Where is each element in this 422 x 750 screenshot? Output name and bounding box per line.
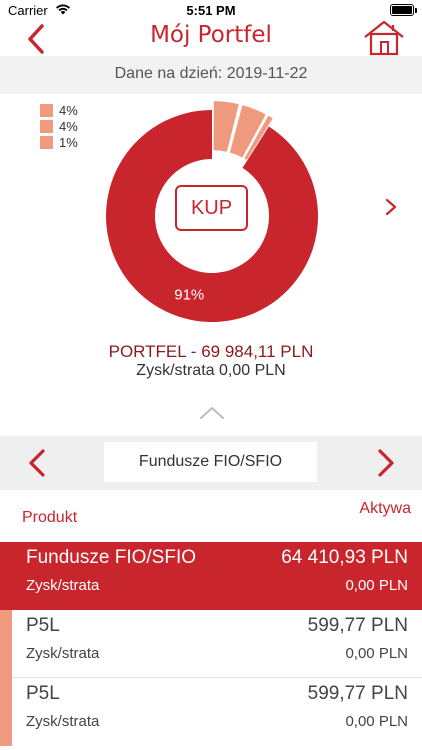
portfolio-total: PORTFEL - 69 984,11 PLN	[108, 342, 314, 361]
status-bar: Carrier 5:51 PM	[0, 0, 422, 20]
legend-label: 4%	[59, 118, 78, 134]
fund-profit-value: 0,00 PLN	[345, 713, 408, 730]
legend-entry: 4%	[40, 118, 78, 134]
chart-section: Dane na dzień: 2019-11-22 4% 4% 1% 91% K…	[0, 56, 422, 436]
fund-row[interactable]: P5L 599,77 PLN Zysk/strata 0,00 PLN	[0, 678, 422, 746]
fund-profit-label: Zysk/strata	[26, 645, 100, 662]
next-chart-icon[interactable]	[382, 195, 400, 219]
legend-swatch	[40, 103, 53, 117]
legend-entry: 4%	[40, 102, 78, 118]
fund-amount: 599,77 PLN	[307, 615, 408, 636]
legend-swatch	[40, 119, 53, 133]
column-header-assets: Aktywa	[359, 500, 411, 517]
legend-label: 4%	[59, 102, 78, 118]
chart-panel: 4% 4% 1% 91% KUP PORTFEL - 69 984,11 PLN…	[0, 94, 422, 436]
battery-icon	[390, 4, 417, 16]
legend-entry: 1%	[40, 134, 78, 150]
legend-swatch	[40, 135, 53, 149]
home-icon[interactable]	[362, 20, 406, 56]
portfolio-profit: Zysk/strata 0,00 PLN	[136, 362, 286, 379]
group-profit-value: 0,00 PLN	[345, 577, 408, 594]
fund-profit-label: Zysk/strata	[26, 713, 100, 730]
chevron-up-icon[interactable]	[199, 406, 225, 420]
nav-bar: Mój Portfel	[0, 20, 422, 56]
slice-label: 91%	[174, 286, 204, 303]
fund-name: P5L	[26, 683, 60, 704]
category-name[interactable]: Fundusze FIO/SFIO	[104, 442, 317, 482]
fund-name: P5L	[26, 615, 60, 636]
fund-amount: 599,77 PLN	[307, 683, 408, 704]
prev-category-icon[interactable]	[27, 448, 47, 478]
fund-profit-value: 0,00 PLN	[345, 645, 408, 662]
legend-label: 1%	[59, 134, 78, 150]
row-color-bar	[0, 678, 12, 746]
next-category-icon[interactable]	[376, 448, 396, 478]
page-title: Mój Portfel	[150, 22, 272, 48]
group-name: Fundusze FIO/SFIO	[26, 547, 196, 568]
chart-legend: 4% 4% 1%	[40, 102, 78, 150]
column-header-product: Produkt	[22, 509, 78, 526]
group-amount: 64 410,93 PLN	[281, 547, 408, 568]
data-date: Dane na dzień: 2019-11-22	[114, 65, 308, 82]
group-profit-label: Zysk/strata	[26, 577, 100, 594]
status-time: 5:51 PM	[186, 3, 236, 18]
row-color-bar	[0, 610, 12, 678]
fund-row[interactable]: P5L 599,77 PLN Zysk/strata 0,00 PLN	[0, 610, 422, 678]
buy-button[interactable]: KUP	[175, 185, 248, 231]
fund-group-row[interactable]: Fundusze FIO/SFIO 64 410,93 PLN Zysk/str…	[0, 542, 422, 610]
category-selector: Fundusze FIO/SFIO	[0, 436, 422, 490]
